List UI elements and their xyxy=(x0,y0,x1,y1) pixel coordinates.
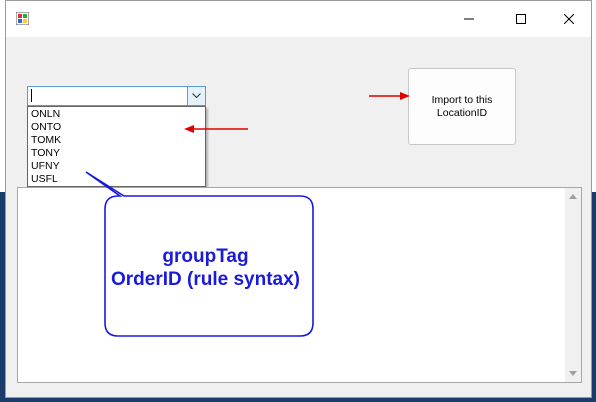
location-combobox[interactable] xyxy=(27,86,206,106)
dropdown-option[interactable]: UFNY xyxy=(29,160,204,173)
callout-line1: groupTag xyxy=(162,246,249,267)
combobox-dropdown-button[interactable] xyxy=(187,87,205,105)
import-button-label-line2: LocationID xyxy=(436,106,488,119)
scroll-up-button[interactable] xyxy=(565,188,581,205)
callout-text: groupTag OrderID (rule syntax) xyxy=(100,245,311,291)
combobox-dropdown-list: ONLN ONTO TOMK TONY UFNY USFL xyxy=(27,106,206,187)
close-button[interactable] xyxy=(546,1,592,37)
minimize-button[interactable] xyxy=(446,1,492,37)
app-icon xyxy=(16,12,29,25)
app-window: ONLN ONTO TOMK TONY UFNY USFL Import to … xyxy=(5,0,592,398)
maximize-icon xyxy=(516,14,526,24)
combobox-input[interactable] xyxy=(31,89,181,103)
dropdown-option[interactable]: TONY xyxy=(29,147,204,160)
import-button-label-line1: Import to this xyxy=(431,93,493,106)
import-to-location-button[interactable]: Import to this LocationID xyxy=(408,68,516,145)
close-icon xyxy=(564,14,574,24)
text-caret xyxy=(31,89,32,102)
maximize-button[interactable] xyxy=(498,1,544,37)
chevron-down-icon xyxy=(192,93,201,99)
dropdown-option[interactable]: ONLN xyxy=(29,108,204,121)
scroll-down-button[interactable] xyxy=(565,365,581,382)
dropdown-option[interactable]: ONTO xyxy=(29,121,204,134)
scroll-up-icon xyxy=(569,194,577,199)
callout-line2: OrderID (rule syntax) xyxy=(111,269,300,290)
minimize-icon xyxy=(464,18,474,20)
dropdown-option[interactable]: TOMK xyxy=(29,134,204,147)
scroll-down-icon xyxy=(569,371,577,376)
title-bar[interactable] xyxy=(6,1,591,37)
vertical-scrollbar[interactable] xyxy=(565,188,581,382)
dropdown-option[interactable]: USFL xyxy=(29,173,204,186)
